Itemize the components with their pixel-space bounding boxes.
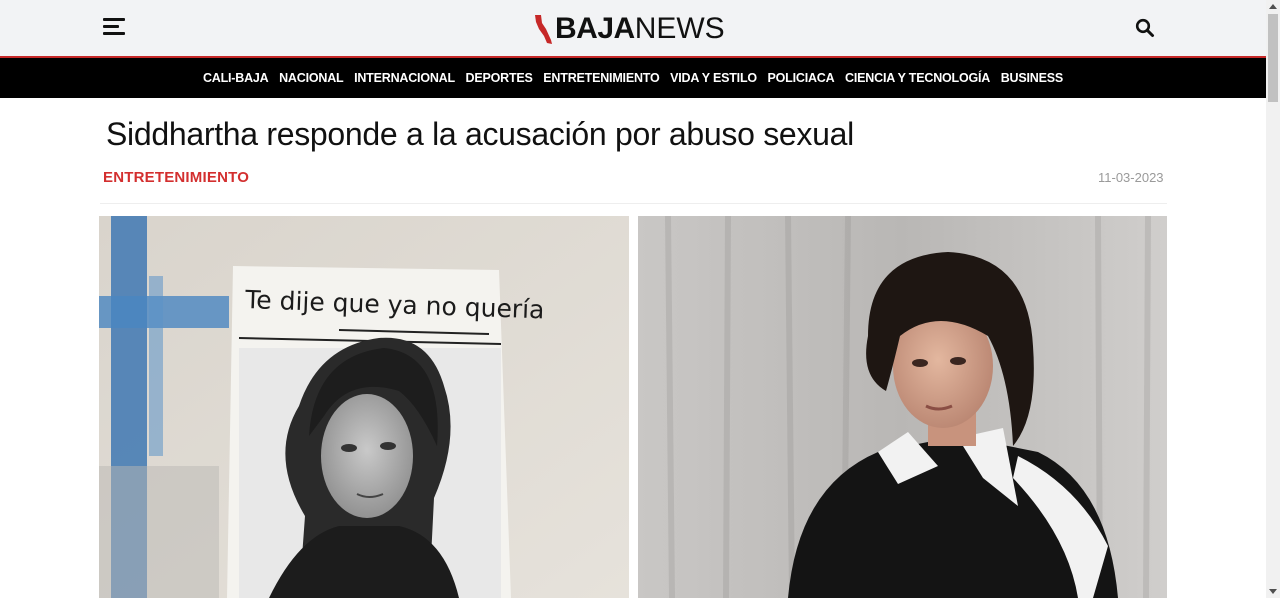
scrollbar-thumb[interactable]: [1268, 14, 1278, 102]
nav-item-policiaca[interactable]: POLICIACA: [768, 71, 835, 85]
baja-peninsula-icon: [535, 15, 552, 44]
hamburger-icon[interactable]: [103, 18, 125, 36]
article-image-poster: Te dije que ya no quería: [99, 216, 629, 598]
page-scrollbar[interactable]: [1266, 0, 1280, 598]
logo-bold-text: BAJA: [555, 12, 635, 45]
site-header: BAJA NEWS: [0, 0, 1266, 58]
article-category-link[interactable]: ENTRETENIMIENTO: [103, 169, 249, 186]
site-logo[interactable]: BAJA NEWS: [533, 12, 725, 45]
article-date: 11-03-2023: [1098, 170, 1164, 185]
nav-item-business[interactable]: BUSINESS: [1001, 71, 1064, 85]
logo-light-text: NEWS: [634, 12, 725, 45]
nav-item-entretenimiento[interactable]: ENTRETENIMIENTO: [543, 71, 659, 85]
scroll-down-arrow-icon[interactable]: [1269, 589, 1277, 594]
article-title: Siddhartha responde a la acusación por a…: [106, 116, 854, 152]
nav-item-cali-baja[interactable]: CALI-BAJA: [203, 71, 269, 85]
nav-item-internacional[interactable]: INTERNACIONAL: [354, 71, 455, 85]
main-nav: CALI-BAJA NACIONAL INTERNACIONAL DEPORTE…: [0, 58, 1266, 98]
nav-item-vida-y-estilo[interactable]: VIDA Y ESTILO: [670, 71, 757, 85]
nav-item-deportes[interactable]: DEPORTES: [466, 71, 533, 85]
nav-item-nacional[interactable]: NACIONAL: [279, 71, 344, 85]
article-image-portrait: [638, 216, 1167, 598]
scroll-up-arrow-icon[interactable]: [1269, 4, 1277, 9]
search-icon[interactable]: [1135, 18, 1155, 38]
nav-item-ciencia-y-tecnologia[interactable]: CIENCIA Y TECNOLOGÍA: [845, 71, 990, 85]
header-divider: [100, 203, 1167, 204]
